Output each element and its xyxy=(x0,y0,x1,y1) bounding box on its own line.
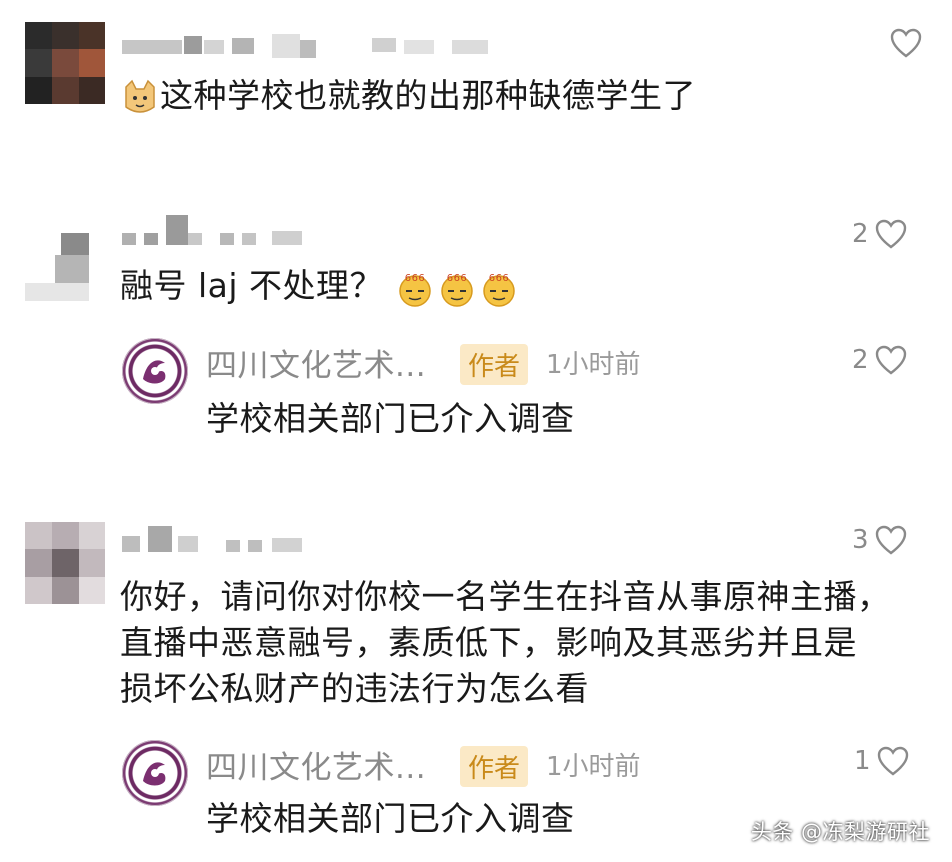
cat-emoji-icon xyxy=(120,79,160,117)
like-button[interactable]: 3 xyxy=(852,525,907,555)
like-button[interactable]: 2 xyxy=(852,345,907,375)
svg-text:666: 666 xyxy=(447,273,468,284)
username-blurred[interactable] xyxy=(122,522,312,558)
username-blurred[interactable] xyxy=(122,215,322,251)
like-count: 1 xyxy=(854,746,871,776)
heart-icon xyxy=(875,345,906,375)
author-badge: 作者 xyxy=(460,746,529,787)
like-count: 2 xyxy=(852,345,869,375)
like-count: 3 xyxy=(852,525,869,555)
author-badge: 作者 xyxy=(460,344,529,385)
like-button[interactable]: 2 xyxy=(852,219,907,249)
heart-icon xyxy=(875,525,906,555)
school-logo-avatar[interactable] xyxy=(122,740,188,806)
watermark: 头条 @冻梨游研社 xyxy=(750,820,930,844)
like-count: 2 xyxy=(852,219,869,249)
reply-author-name[interactable]: 四川文化艺术... xyxy=(206,340,426,385)
comment-text: 这种学校也就教的出那种缺德学生了 xyxy=(120,74,696,118)
avatar[interactable] xyxy=(25,522,105,604)
reply-text: 学校相关部门已介入调查 xyxy=(206,799,575,838)
reply-time: 1小时前 xyxy=(546,350,641,380)
svg-text:666: 666 xyxy=(489,273,510,284)
reply-author-name[interactable]: 四川文化艺术... xyxy=(206,742,426,787)
heart-icon xyxy=(875,219,906,249)
avatar[interactable] xyxy=(25,225,105,305)
reply-time: 1小时前 xyxy=(546,752,641,782)
username-blurred[interactable] xyxy=(122,30,492,60)
like-button[interactable] xyxy=(884,28,922,58)
heart-icon xyxy=(877,746,908,776)
comment-text: 融号 laj 不处理？ 666 666 666 xyxy=(120,264,520,308)
reply-text: 学校相关部门已介入调查 xyxy=(206,399,575,438)
heart-icon xyxy=(890,28,922,58)
svg-text:666: 666 xyxy=(405,273,426,284)
like-button[interactable]: 1 xyxy=(854,746,909,776)
666-emoji-icon: 666 xyxy=(436,269,478,307)
666-emoji-icon: 666 xyxy=(478,269,520,307)
comment-text: 你好，请问你对你校一名学生在抖音从事原神主播， 直播中恶意融号，素质低下，影响及… xyxy=(120,577,891,708)
666-emoji-icon: 666 xyxy=(394,269,436,307)
avatar[interactable] xyxy=(25,22,105,104)
school-logo-avatar[interactable] xyxy=(122,338,188,404)
